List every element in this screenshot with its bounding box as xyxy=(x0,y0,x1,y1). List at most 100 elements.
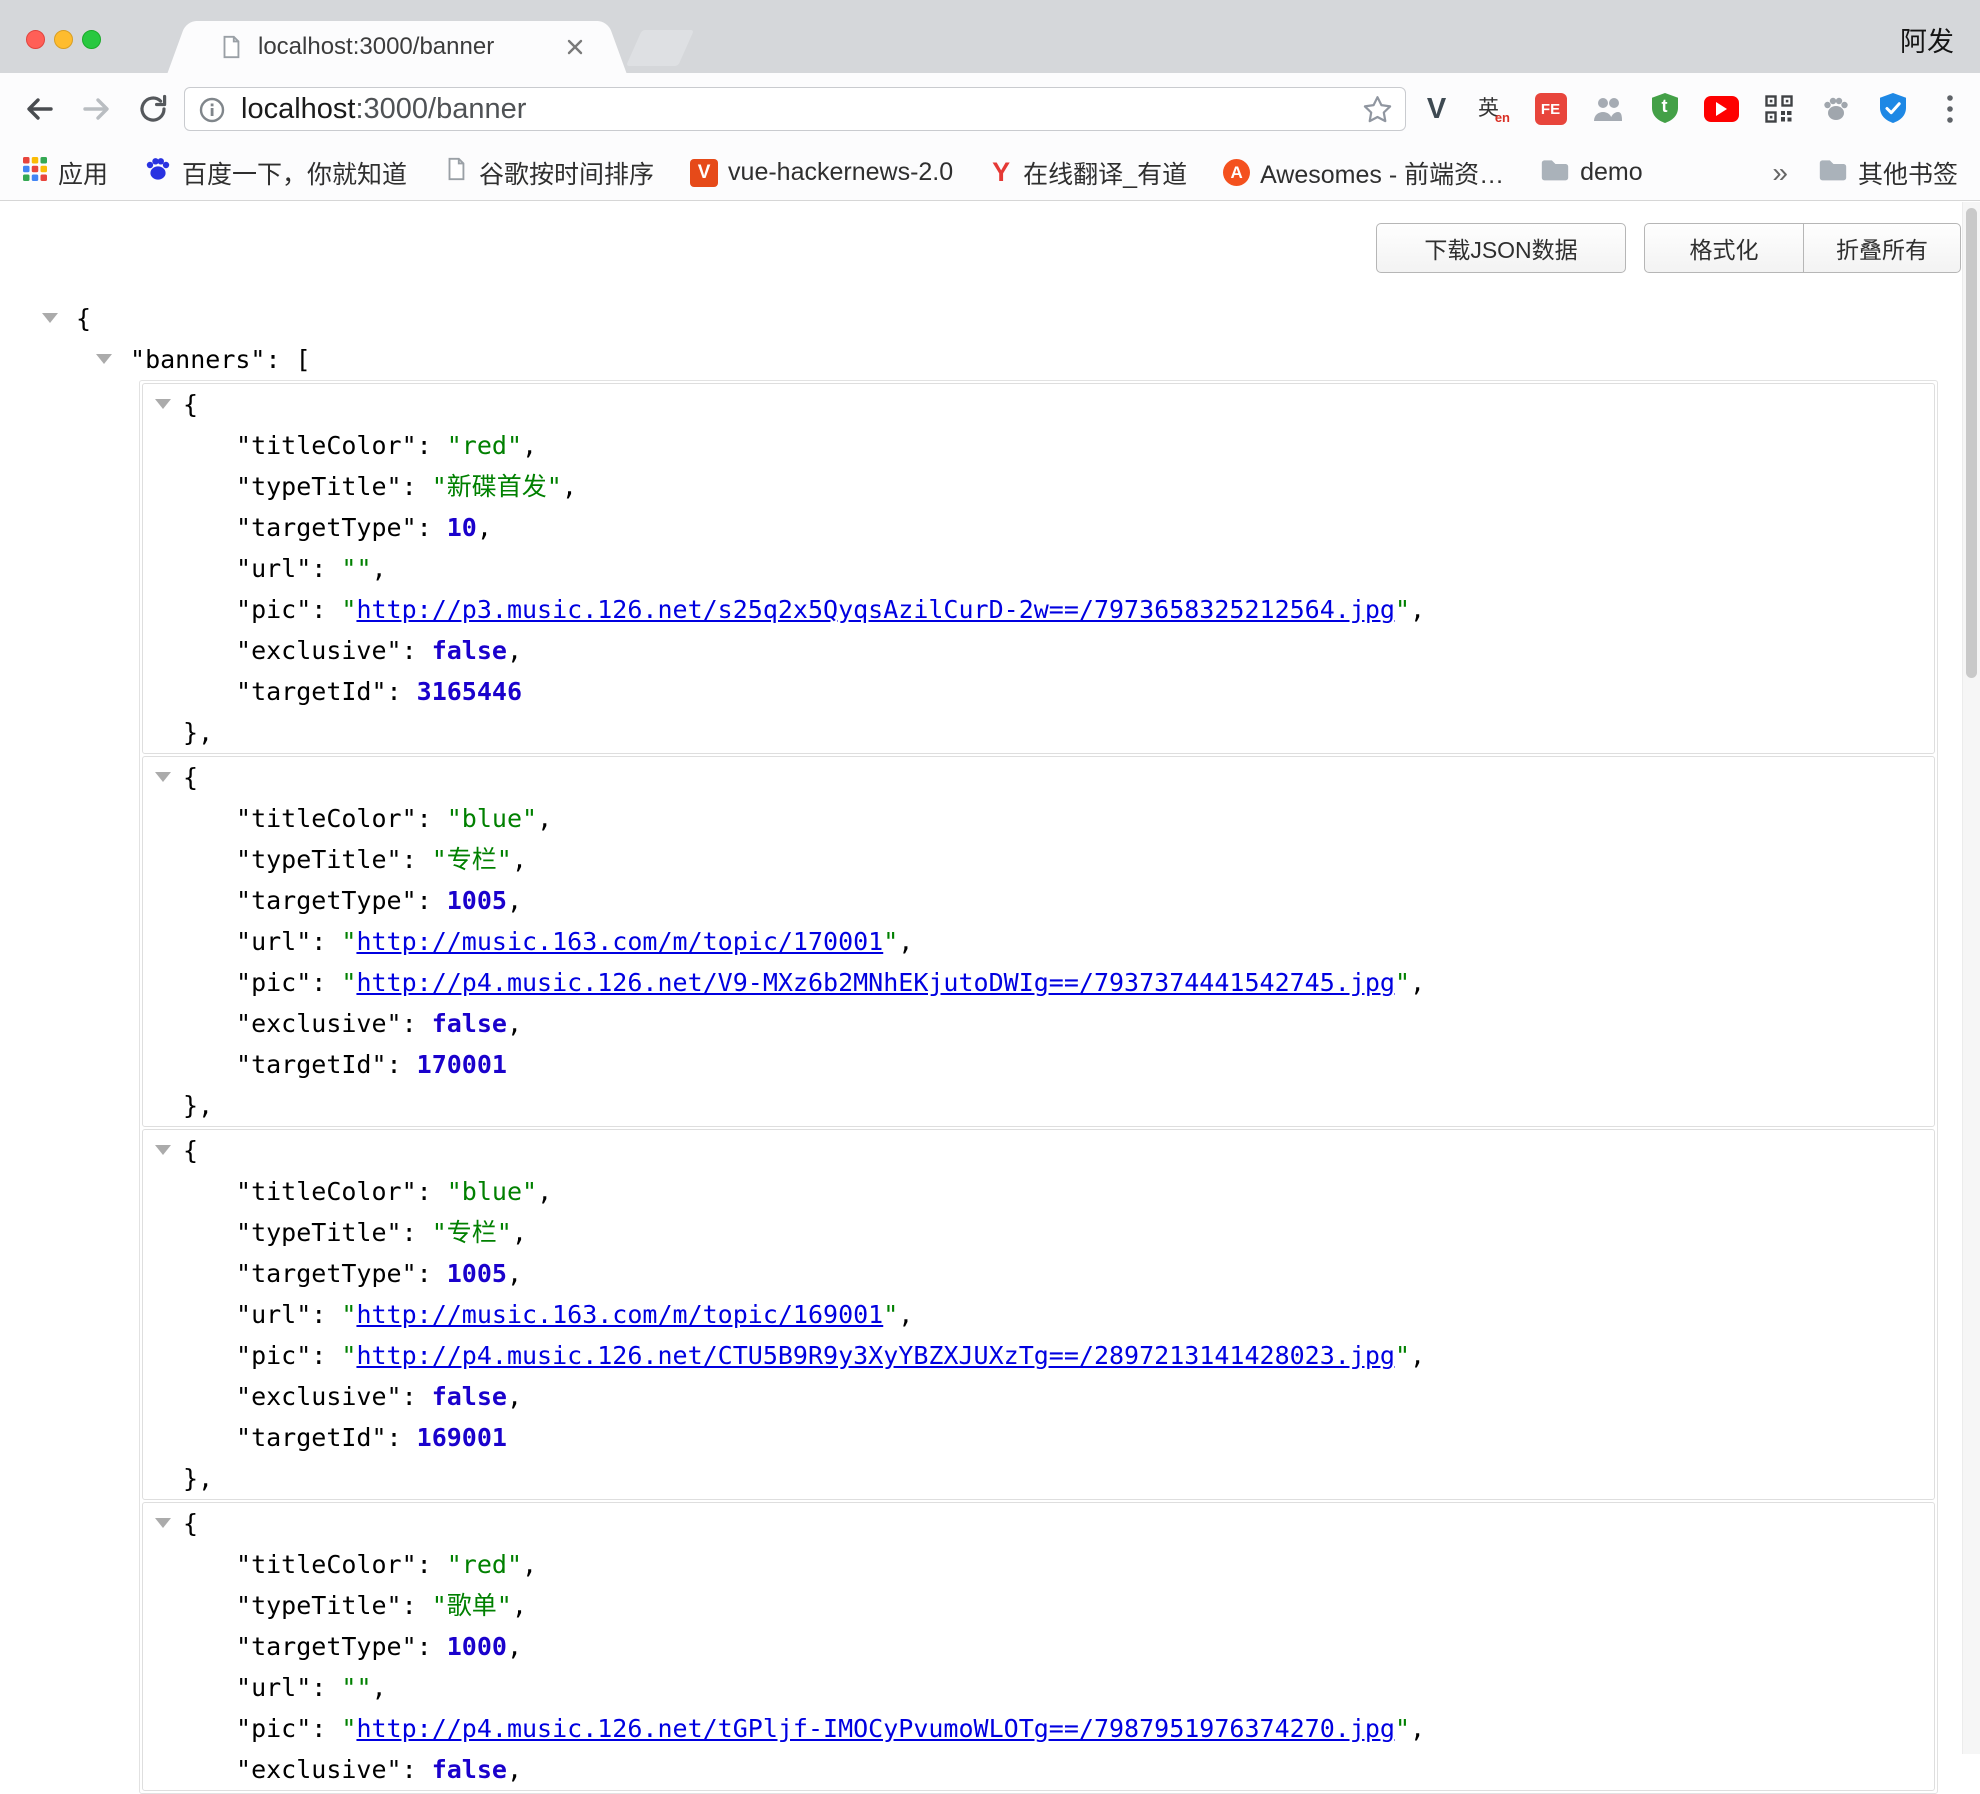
green-shield-extension-icon[interactable]: t xyxy=(1646,90,1683,128)
reload-button-icon[interactable] xyxy=(136,92,170,131)
collapse-triangle-icon[interactable] xyxy=(42,313,58,323)
json-viewer: { banners[ { titleColorred typeTitle新碟首发… xyxy=(0,298,1962,1794)
fullscreen-window-button[interactable] xyxy=(82,30,101,49)
json-property-line: url xyxy=(143,1667,1934,1708)
bookmark-apps[interactable]: 应用 xyxy=(22,155,108,191)
bookmark-label: 谷歌按时间排序 xyxy=(479,155,654,191)
vue-v-icon: V xyxy=(690,159,718,187)
minimize-window-button[interactable] xyxy=(54,30,73,49)
json-object: { titleColorblue typeTitle专栏 targetType1… xyxy=(142,756,1935,1127)
collapse-all-button[interactable]: 折叠所有 xyxy=(1803,223,1961,273)
json-line: }, xyxy=(143,1458,1934,1499)
browser-menu-icon[interactable] xyxy=(1931,90,1968,128)
bookmark-google-sort[interactable]: 谷歌按时间排序 xyxy=(443,155,654,191)
page-favicon-icon xyxy=(218,34,244,65)
collapse-triangle-icon[interactable] xyxy=(155,399,171,409)
back-button-icon[interactable] xyxy=(20,90,58,133)
format-button[interactable]: 格式化 xyxy=(1644,223,1804,273)
collapse-triangle-icon[interactable] xyxy=(155,1145,171,1155)
download-json-button[interactable]: 下载JSON数据 xyxy=(1376,223,1626,273)
json-property-line: exclusivefalse xyxy=(143,1003,1934,1044)
window-controls xyxy=(26,30,101,49)
page-info-icon[interactable] xyxy=(198,96,226,129)
json-url-link[interactable]: http://p4.music.126.net/V9-MXz6b2MNhEKju… xyxy=(356,968,1395,997)
json-property-line: typeTitle新碟首发 xyxy=(143,466,1934,507)
bookmark-star-icon[interactable] xyxy=(1362,94,1393,130)
scrollbar-thumb[interactable] xyxy=(1966,208,1977,678)
translate-extension-icon[interactable]: 英 en xyxy=(1475,90,1512,128)
json-banners-line: banners[ xyxy=(0,339,1962,380)
bookmark-label: demo xyxy=(1580,158,1643,187)
bookmarks-overflow-chevron[interactable]: » xyxy=(1772,157,1788,189)
bookmark-vue-hackernews[interactable]: V vue-hackernews-2.0 xyxy=(690,158,953,187)
json-property-line: targetType1005 xyxy=(143,880,1934,921)
youtube-extension-icon[interactable] xyxy=(1703,90,1740,128)
address-bar[interactable]: localhost:3000/banner xyxy=(184,87,1406,131)
json-property-line: typeTitle专栏 xyxy=(143,839,1934,880)
window-titlebar: localhost:3000/banner 阿发 xyxy=(0,0,1980,73)
collapse-triangle-icon[interactable] xyxy=(96,354,112,364)
blue-shield-extension-icon[interactable] xyxy=(1874,90,1911,128)
json-property-line: urlhttp://music.163.com/m/topic/169001 xyxy=(143,1294,1934,1335)
json-property-line: titleColorblue xyxy=(143,798,1934,839)
baidu-paw-icon xyxy=(144,155,172,190)
browser-profile-name: 阿发 xyxy=(1900,20,1954,59)
new-tab-button[interactable] xyxy=(626,30,694,66)
document-icon xyxy=(443,156,469,189)
close-window-button[interactable] xyxy=(26,30,45,49)
page-scrollbar xyxy=(1962,202,1980,1754)
json-property-line: typeTitle专栏 xyxy=(143,1212,1934,1253)
apps-grid-icon xyxy=(22,156,48,189)
json-property-line: titleColorblue xyxy=(143,1171,1934,1212)
json-url-link[interactable]: http://p4.music.126.net/CTU5B9R9y3XyYBZX… xyxy=(356,1341,1395,1370)
json-line: { xyxy=(143,384,1934,425)
json-property-line: titleColorred xyxy=(143,425,1934,466)
paw-extension-icon[interactable] xyxy=(1817,90,1854,128)
browser-tab[interactable]: localhost:3000/banner xyxy=(192,21,602,73)
bookmark-label: 其他书签 xyxy=(1858,155,1958,191)
page-content: 下载JSON数据 格式化 折叠所有 { banners[ { titleColo… xyxy=(0,202,1980,1754)
json-property-line: titleColorred xyxy=(143,1544,1934,1585)
json-property-line: pichttp://p4.music.126.net/V9-MXz6b2MNhE… xyxy=(143,962,1934,1003)
vimium-extension-icon[interactable]: V xyxy=(1418,90,1455,128)
qr-code-extension-icon[interactable] xyxy=(1760,90,1797,128)
extension-icons: V 英 en FE t xyxy=(1418,90,1968,128)
bookmarks-bar: 应用 百度一下，你就知道 谷歌按时间排序 V vue-hackernews-2.… xyxy=(0,145,1980,201)
fe-extension-icon[interactable]: FE xyxy=(1532,90,1569,128)
bookmark-baidu[interactable]: 百度一下，你就知道 xyxy=(144,155,407,191)
json-property-line: typeTitle歌单 xyxy=(143,1585,1934,1626)
json-property-line: exclusivefalse xyxy=(143,1749,1934,1790)
url-text: localhost:3000/banner xyxy=(241,93,526,126)
json-url-link[interactable]: http://p4.music.126.net/tGPljf-IMOCyPvum… xyxy=(356,1714,1395,1743)
bookmark-demo-folder[interactable]: demo xyxy=(1540,157,1643,189)
collapse-triangle-icon[interactable] xyxy=(155,772,171,782)
bookmark-awesomes[interactable]: A Awesomes - 前端资… xyxy=(1223,155,1504,191)
json-url-link[interactable]: http://music.163.com/m/topic/170001 xyxy=(356,927,883,956)
json-url-link[interactable]: http://music.163.com/m/topic/169001 xyxy=(356,1300,883,1329)
json-property-line: pichttp://p4.music.126.net/CTU5B9R9y3XyY… xyxy=(143,1335,1934,1376)
json-line: { xyxy=(143,1130,1934,1171)
json-url-link[interactable]: http://p3.music.126.net/s25q2x5QyqsAzilC… xyxy=(356,595,1395,624)
bookmark-label: 应用 xyxy=(58,155,108,191)
people-extension-icon[interactable] xyxy=(1589,90,1626,128)
bookmark-label: Awesomes - 前端资… xyxy=(1260,155,1504,191)
collapse-triangle-icon[interactable] xyxy=(155,1518,171,1528)
format-collapse-button-group: 格式化 折叠所有 xyxy=(1644,223,1961,273)
bookmark-label: 在线翻译_有道 xyxy=(1023,155,1187,191)
browser-toolbar: localhost:3000/banner V 英 en FE t xyxy=(0,73,1980,145)
json-property-line: urlhttp://music.163.com/m/topic/170001 xyxy=(143,921,1934,962)
json-property-line: targetId169001 xyxy=(143,1417,1934,1458)
youdao-y-icon: Y xyxy=(989,157,1013,188)
forward-button-icon[interactable] xyxy=(78,90,116,133)
folder-icon xyxy=(1818,157,1848,189)
json-line: }, xyxy=(143,1085,1934,1126)
json-property-line: url xyxy=(143,548,1934,589)
awesomes-a-icon: A xyxy=(1223,159,1250,186)
json-object: { titleColorred typeTitle新碟首发 targetType… xyxy=(142,383,1935,754)
json-line: { xyxy=(143,1503,1934,1544)
bookmark-youdao[interactable]: Y 在线翻译_有道 xyxy=(989,155,1187,191)
json-property-line: targetType1000 xyxy=(143,1626,1934,1667)
tab-close-icon[interactable] xyxy=(564,36,586,63)
json-object: { titleColorblue typeTitle专栏 targetType1… xyxy=(142,1129,1935,1500)
other-bookmarks-folder[interactable]: 其他书签 xyxy=(1818,155,1958,191)
